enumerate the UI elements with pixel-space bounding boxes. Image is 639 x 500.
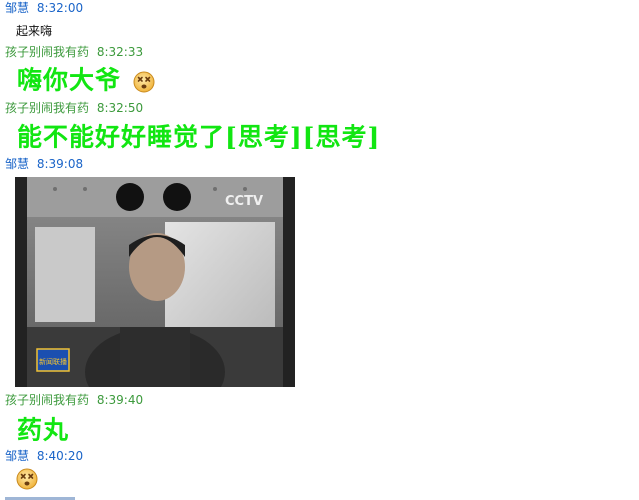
message-text: 起来嗨 [16,24,53,38]
sender-name: 邹慧 [5,1,30,15]
message-header: 邹慧 8:40:20 [5,449,83,463]
sender-name: 孩子别闹我有药 [5,45,90,59]
message-text: 能不能好好睡觉了[思考][思考] [17,122,381,152]
message-time: 8:40:20 [36,449,84,463]
message-time: 8:32:33 [96,45,144,59]
message-header: 邹慧 8:39:08 [5,157,83,171]
message-time: 8:32:50 [96,101,144,115]
chat-log[interactable]: 邹慧 8:32:00 起来嗨 孩子别闹我有药 8:32:33 嗨你大爷 孩子别闹… [0,0,639,500]
message-text-large: 嗨你大爷 [17,64,155,96]
dizzy-face-icon [133,70,155,92]
message-header: 孩子别闹我有药 8:32:33 [5,45,143,59]
sender-name: 邹慧 [5,157,30,171]
next-message-header-partial [5,494,85,500]
photo-illustration: CCTV 新闻联播 [15,177,295,387]
message-header: 邹慧 8:32:00 [5,1,83,15]
message-time: 8:39:08 [36,157,84,171]
sender-name: 邹慧 [5,449,30,463]
shared-photo[interactable]: CCTV 新闻联播 [15,177,295,387]
message-header: 孩子别闹我有药 8:32:50 [5,101,143,115]
message-text: 药丸 [17,415,70,445]
photo-caption: 新闻联播 [39,357,67,366]
photo-watermark: CCTV [225,194,263,209]
message-time: 8:39:40 [96,393,144,407]
message-time: 8:32:00 [36,1,84,15]
sender-name: 孩子别闹我有药 [5,101,90,115]
message-text-large: 药丸 [17,414,69,446]
dizzy-face-icon [16,468,38,490]
message-header: 孩子别闹我有药 8:39:40 [5,393,143,407]
message-text-large: 能不能好好睡觉了[思考][思考] [17,121,380,153]
sender-name: 孩子别闹我有药 [5,393,90,407]
message-text: 嗨你大爷 [17,65,122,95]
